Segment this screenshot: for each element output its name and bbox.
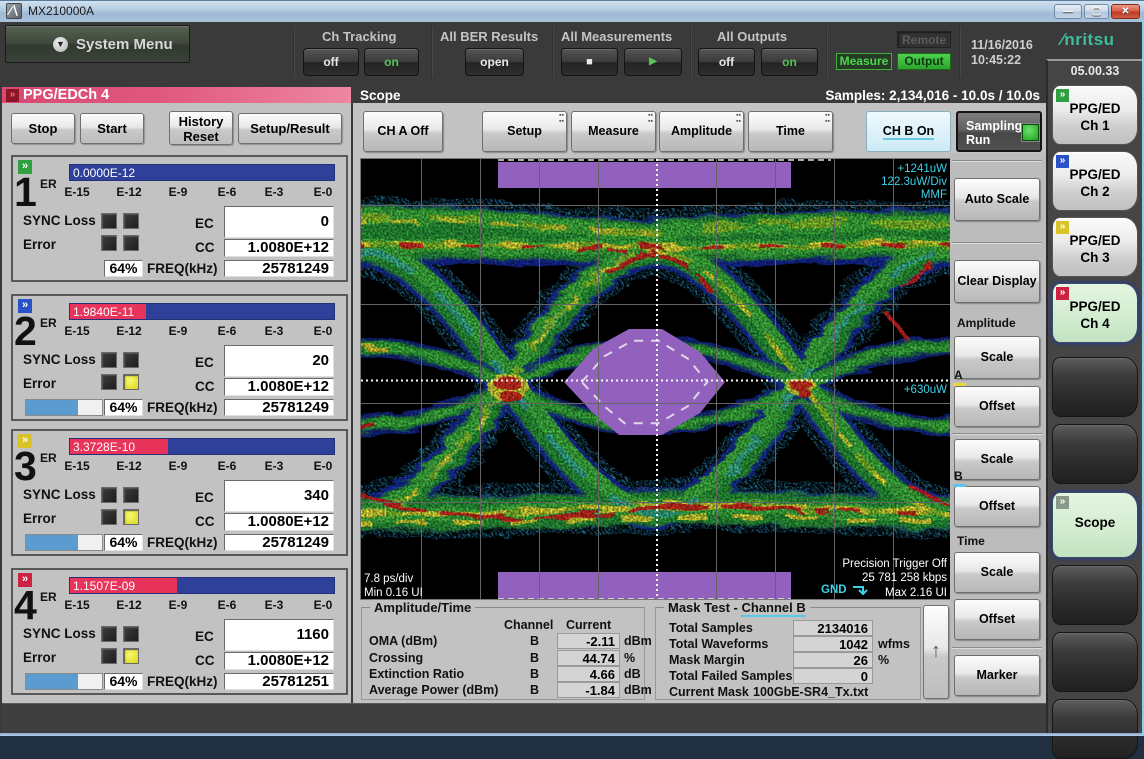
svg-text:122.3uW/Div: 122.3uW/Div (881, 176, 947, 188)
svg-text:+630uW: +630uW (904, 384, 947, 396)
svg-text:+1241uW: +1241uW (897, 163, 947, 175)
svg-text:7.8 ps/div: 7.8 ps/div (364, 573, 413, 585)
svg-text:GND: GND (821, 584, 847, 596)
svg-text:MMF: MMF (921, 189, 947, 201)
svg-text:25 781 258 kbps: 25 781 258 kbps (862, 572, 947, 584)
svg-text:Max 2.16 UI: Max 2.16 UI (885, 587, 947, 599)
svg-text:Min 0.16 UI: Min 0.16 UI (364, 587, 423, 599)
svg-text:Precision Trigger Off: Precision Trigger Off (842, 558, 947, 570)
